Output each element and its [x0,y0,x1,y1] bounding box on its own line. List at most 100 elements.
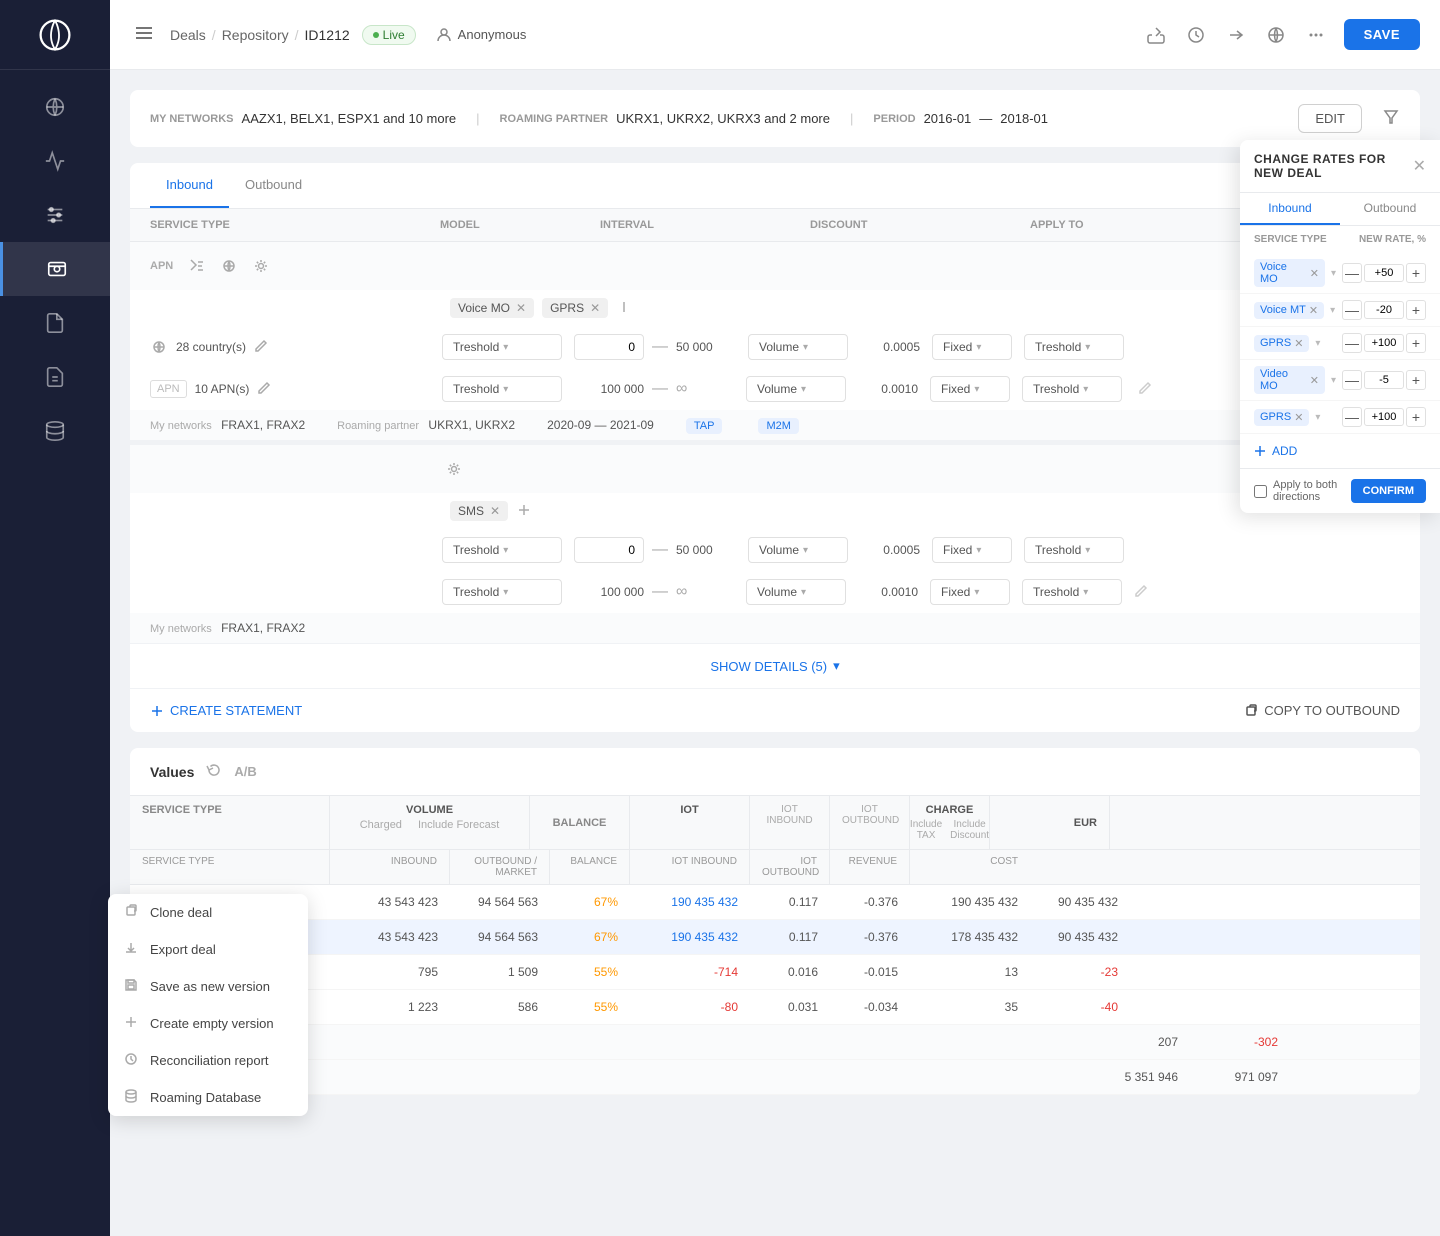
sms-tags-row: SMS ✕ [130,493,1420,529]
fixed-label-1: Fixed [943,340,972,354]
crp-confirm-btn[interactable]: CONFIRM [1351,479,1426,503]
sidebar-item-sliders[interactable] [0,188,110,242]
sidebar-item-document2[interactable] [0,350,110,404]
crp-tab-outbound[interactable]: Outbound [1340,193,1440,225]
share-icon-btn[interactable] [1140,19,1172,51]
volume-select-2[interactable]: Volume ▾ [746,376,846,402]
sidebar-item-globe[interactable] [0,80,110,134]
sms-range-from-1[interactable] [574,537,644,563]
voice-mo-remove[interactable]: ✕ [516,301,526,315]
sidebar-item-document[interactable] [0,296,110,350]
sms-add-icon[interactable] [516,502,532,521]
context-save-version[interactable]: Save as new version [108,968,308,1005]
sms-threshold-2[interactable]: Treshold ▾ [442,579,562,605]
values-ab-icon[interactable]: A/B [234,764,256,779]
context-clone-deal[interactable]: Clone deal [108,894,308,931]
vrow-inbound-0: 43 543 423 [330,885,450,919]
context-create-empty[interactable]: Create empty version [108,1005,308,1042]
summary-spacer-0b [830,1032,910,1052]
show-details-bar[interactable]: SHOW DETAILS (5) ▾ [130,644,1420,688]
sms-threshold-1[interactable]: Treshold ▾ [442,537,562,563]
crp-add-btn[interactable]: ADD [1240,434,1440,468]
edit-row-icon-1[interactable] [254,339,268,356]
menu-icon[interactable] [130,19,158,50]
tab-inbound[interactable]: Inbound [150,163,229,208]
tab-outbound[interactable]: Outbound [229,163,318,208]
breadcrumb-deals[interactable]: Deals [170,27,206,43]
sms-volume-1[interactable]: Volume ▾ [748,537,848,563]
sidebar-item-chart[interactable] [0,134,110,188]
crp-video-mo-chevron[interactable]: ▾ [1331,375,1336,386]
copy-outbound-btn[interactable]: COPY TO OUTBOUND [1244,703,1400,718]
sms-apply-to-2[interactable]: Treshold ▾ [1022,579,1122,605]
crp-gprs2-minus[interactable]: — [1342,407,1362,427]
row-delete-icon-2[interactable] [1138,381,1152,398]
sms-edit-icon[interactable] [1134,584,1148,601]
crp-voice-mt-plus[interactable]: + [1406,300,1426,320]
crp-gprs2-plus[interactable]: + [1406,407,1426,427]
sms-apply-to-1[interactable]: Treshold ▾ [1024,537,1124,563]
gear-small-icon[interactable] [249,254,273,278]
crp-gprs-minus[interactable]: — [1342,333,1362,353]
sms-volume-2[interactable]: Volume ▾ [746,579,846,605]
fixed-select-2[interactable]: Fixed ▾ [930,376,1010,402]
sms-fixed-2[interactable]: Fixed ▾ [930,579,1010,605]
shuffle-icon[interactable] [185,254,209,278]
crp-apply-checkbox[interactable] [1254,485,1267,498]
edit-row-icon-2[interactable] [257,381,271,398]
meta-my-networks-val: FRAX1, FRAX2 [221,418,305,432]
crp-gprs-chevron[interactable]: ▾ [1315,338,1320,349]
save-button[interactable]: SAVE [1344,19,1420,50]
filter-icon[interactable] [1382,108,1400,129]
crp-voice-mt-minus[interactable]: — [1342,300,1362,320]
range-from-1[interactable] [574,334,644,360]
sms-remove[interactable]: ✕ [490,504,500,518]
context-export-deal[interactable]: Export deal [108,931,308,968]
breadcrumb-repository[interactable]: Repository [222,27,289,43]
history-icon-btn[interactable] [1180,19,1212,51]
apply-to-1[interactable]: Treshold ▾ [1024,334,1124,360]
threshold-select-1[interactable]: Treshold ▾ [442,334,562,360]
volume-select-1[interactable]: Volume ▾ [748,334,848,360]
crp-gprs-remove[interactable]: ✕ [1294,337,1303,350]
crp-gprs2-input[interactable] [1364,408,1404,426]
crp-voice-mo-minus[interactable]: — [1342,263,1362,283]
crp-video-mo-plus[interactable]: + [1406,370,1426,390]
crp-gprs2-remove[interactable]: ✕ [1294,411,1303,424]
globe-icon-btn[interactable] [1260,19,1292,51]
sms-fixed-1[interactable]: Fixed ▾ [932,537,1012,563]
crp-gprs-input[interactable] [1364,334,1404,352]
crp-voice-mo-remove[interactable]: ✕ [1310,267,1319,280]
crp-voice-mo-input[interactable] [1364,264,1404,282]
crp-video-mo-remove[interactable]: ✕ [1310,374,1319,387]
crp-voice-mt-chevron[interactable]: ▾ [1330,305,1335,316]
crp-voice-mt-input[interactable] [1364,301,1404,319]
crp-voice-mo-plus[interactable]: + [1406,263,1426,283]
crp-gprs-plus[interactable]: + [1406,333,1426,353]
add-tag-icon[interactable] [616,299,632,318]
crp-voice-mo-chevron[interactable]: ▾ [1331,268,1336,279]
sms-gear-icon[interactable] [442,457,466,481]
more-icon-btn[interactable] [1300,19,1332,51]
voice-tags-row: Voice MO ✕ GPRS ✕ [130,290,1420,326]
sidebar-item-billing[interactable] [0,242,110,296]
vcg-volume-title: VOLUME [342,804,517,816]
crp-tab-inbound[interactable]: Inbound [1240,193,1340,225]
values-refresh-icon[interactable] [206,762,222,781]
crp-voice-mt-remove[interactable]: ✕ [1309,304,1318,317]
sidebar-item-database[interactable] [0,404,110,458]
edit-button[interactable]: EDIT [1298,104,1362,133]
crp-video-mo-minus[interactable]: — [1342,370,1362,390]
crp-gprs2-chevron[interactable]: ▾ [1315,412,1320,423]
context-reconciliation[interactable]: Reconciliation report [108,1042,308,1079]
threshold-select-2[interactable]: Treshold ▾ [442,376,562,402]
gprs-remove[interactable]: ✕ [590,301,600,315]
fixed-select-1[interactable]: Fixed ▾ [932,334,1012,360]
transfer-icon-btn[interactable] [1220,19,1252,51]
apply-to-2[interactable]: Treshold ▾ [1022,376,1122,402]
crp-close-btn[interactable]: ✕ [1413,156,1426,176]
crp-video-mo-input[interactable] [1364,371,1404,389]
globe-small-icon[interactable] [217,254,241,278]
create-statement-btn[interactable]: CREATE STATEMENT [150,703,302,718]
context-roaming-db[interactable]: Roaming Database [108,1079,308,1116]
